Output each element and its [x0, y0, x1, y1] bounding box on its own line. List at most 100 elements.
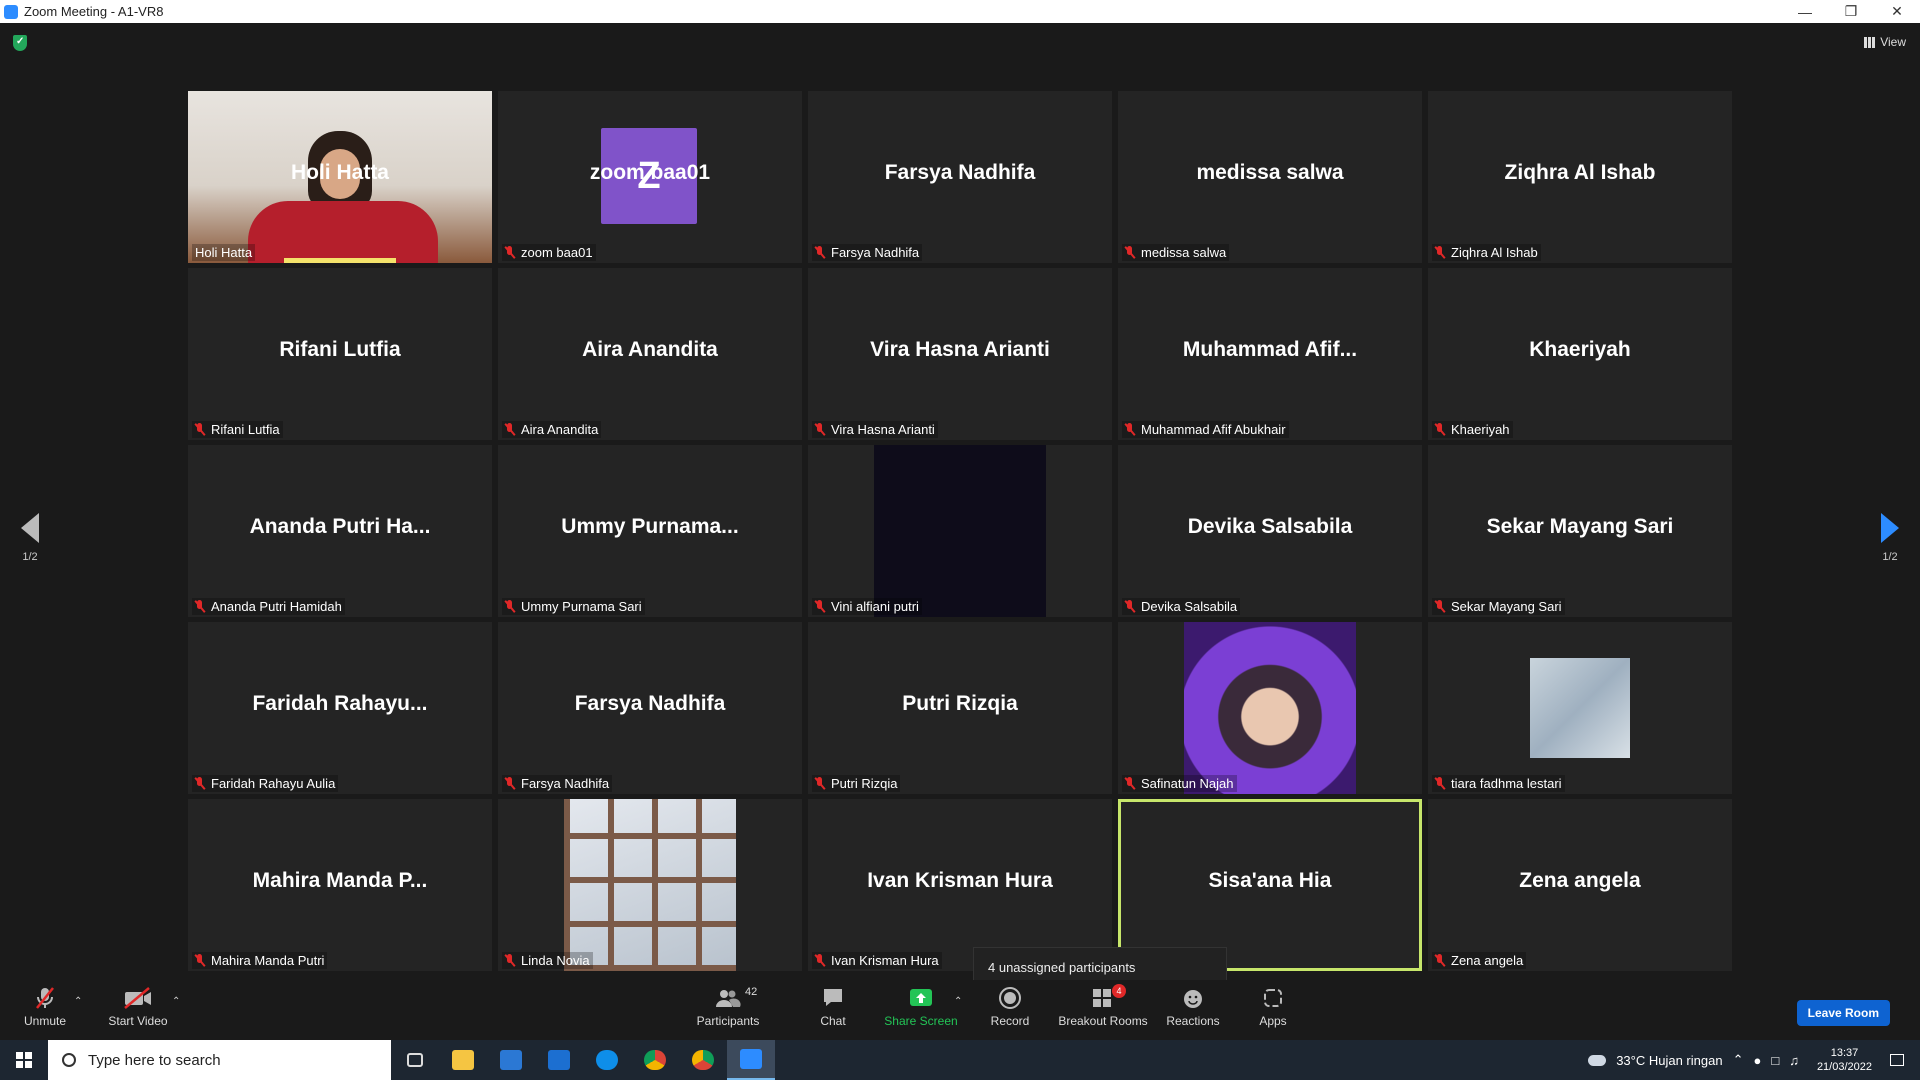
participant-tile[interactable]: medissa salwa medissa salwa — [1118, 91, 1422, 263]
record-button[interactable]: Record — [965, 986, 1055, 1028]
participant-name-text: Safinatun Najah — [1141, 776, 1234, 791]
gallery-grid: Holi Hatta Holi Hatta Zzoom baa01 zoom baa0… — [188, 91, 1732, 980]
chrome-button[interactable] — [631, 1040, 679, 1080]
file-explorer-button[interactable] — [439, 1040, 487, 1080]
apps-button[interactable]: Apps — [1228, 986, 1318, 1028]
participant-name-label: Devika Salsabila — [1122, 598, 1241, 615]
mic-muted-icon — [815, 954, 825, 967]
participant-name-text: Ivan Krisman Hura — [831, 953, 939, 968]
participant-tile[interactable]: Zena angela Zena angela — [1428, 799, 1732, 971]
participant-tile[interactable]: Safinatun Najah — [1118, 622, 1422, 794]
next-page-button[interactable]: 1/2 — [1870, 513, 1910, 563]
start-video-button[interactable]: Start Video — [93, 986, 183, 1028]
unmute-label: Unmute — [23, 1014, 67, 1028]
participant-tile[interactable]: Rifani Lutfia Rifani Lutfia — [188, 268, 492, 440]
participant-name-text: Sekar Mayang Sari — [1451, 599, 1562, 614]
participant-tile[interactable]: Linda Novia — [498, 799, 802, 971]
participant-tile[interactable]: Faridah Rahayu... Faridah Rahayu Aulia — [188, 622, 492, 794]
unmute-button[interactable]: Unmute — [0, 986, 90, 1028]
minimize-button[interactable]: — — [1782, 0, 1828, 23]
participant-tile[interactable]: Zzoom baa01 zoom baa01 — [498, 91, 802, 263]
participant-tile[interactable]: Sisa'ana Hia — [1118, 799, 1422, 971]
participant-display-name: Ananda Putri Ha... — [249, 515, 431, 538]
restore-button[interactable]: ❐ — [1828, 0, 1874, 23]
network-icon[interactable]: □ — [1771, 1053, 1779, 1068]
windows-taskbar: Type here to search 33°C Hujan ringan ⌃ … — [0, 1040, 1920, 1080]
teamviewer-button[interactable] — [583, 1040, 631, 1080]
clock-time: 13:37 — [1830, 1047, 1859, 1059]
microphone-icon[interactable]: ● — [1753, 1053, 1761, 1068]
share-options-caret[interactable]: ⌃ — [954, 996, 962, 1007]
participant-tile[interactable]: Holi Hatta Holi Hatta — [188, 91, 492, 263]
prev-page-button[interactable]: 1/2 — [10, 513, 50, 563]
video-options-caret[interactable]: ⌃ — [172, 996, 180, 1007]
participant-tile[interactable]: Ummy Purnama... Ummy Purnama Sari — [498, 445, 802, 617]
participants-button[interactable]: 42 Participants — [683, 986, 773, 1028]
leave-room-button[interactable]: Leave Room — [1796, 1000, 1890, 1026]
weather-text[interactable]: 33°C Hujan ringan — [1616, 1053, 1722, 1068]
chrome-profile-button[interactable] — [679, 1040, 727, 1080]
audio-options-caret[interactable]: ⌃ — [74, 996, 82, 1007]
taskbar-search[interactable]: Type here to search — [48, 1040, 391, 1080]
start-button[interactable] — [0, 1040, 48, 1080]
clock[interactable]: 13:37 21/03/2022 — [1817, 1046, 1872, 1074]
participant-name-label: Vira Hasna Arianti — [812, 421, 938, 438]
participant-name-text: Ziqhra Al Ishab — [1451, 245, 1538, 260]
participant-name-label: Vini alfiani putri — [812, 598, 922, 615]
participant-display-name: Khaeriyah — [1529, 338, 1631, 361]
participant-tile[interactable]: Vini alfiani putri — [808, 445, 1112, 617]
participant-tile[interactable]: Sekar Mayang Sari Sekar Mayang Sari — [1428, 445, 1732, 617]
participant-tile[interactable]: Putri Rizqia Putri Rizqia — [808, 622, 1112, 794]
participant-display-name: Ziqhra Al Ishab — [1504, 161, 1656, 184]
participant-tile[interactable]: tiara fadhma lestari — [1428, 622, 1732, 794]
mic-muted-icon — [1435, 777, 1445, 790]
participant-tile[interactable]: Aira Anandita Aira Anandita — [498, 268, 802, 440]
participant-tile[interactable]: Ivan Krisman Hura Ivan Krisman Hura — [808, 799, 1112, 971]
reactions-label: Reactions — [1166, 1014, 1220, 1028]
mic-muted-icon — [815, 777, 825, 790]
view-button[interactable]: View — [1864, 35, 1906, 49]
prev-page-indicator: 1/2 — [22, 551, 38, 563]
store-button[interactable] — [487, 1040, 535, 1080]
reactions-button[interactable]: Reactions — [1148, 986, 1238, 1028]
task-view-button[interactable] — [391, 1040, 439, 1080]
mic-muted-icon — [1435, 246, 1445, 259]
participant-name-label: Mahira Manda Putri — [192, 952, 328, 969]
store-icon — [500, 1050, 522, 1070]
search-placeholder: Type here to search — [88, 1051, 221, 1069]
participant-display-name: Ivan Krisman Hura — [867, 869, 1053, 892]
teamviewer-icon — [596, 1050, 618, 1070]
participant-name-text: Aira Anandita — [521, 422, 599, 437]
mail-icon — [548, 1050, 570, 1070]
participant-tile[interactable]: Mahira Manda P... Mahira Manda Putri — [188, 799, 492, 971]
security-shield-icon[interactable] — [13, 35, 27, 51]
participant-tile[interactable]: Vira Hasna Arianti Vira Hasna Arianti — [808, 268, 1112, 440]
participant-tile[interactable]: Ananda Putri Ha... Ananda Putri Hamidah — [188, 445, 492, 617]
breakout-badge: 4 — [1112, 984, 1126, 998]
breakout-rooms-button[interactable]: 4 Breakout Rooms — [1058, 984, 1148, 1028]
participant-name-text: Linda Novia — [521, 953, 590, 968]
close-button[interactable]: ✕ — [1874, 0, 1920, 23]
participant-name-label: zoom baa01 — [502, 244, 596, 261]
task-view-icon — [407, 1053, 423, 1067]
participant-tile[interactable]: Khaeriyah Khaeriyah — [1428, 268, 1732, 440]
participant-tile[interactable]: Farsya Nadhifa Farsya Nadhifa — [808, 91, 1112, 263]
chat-button[interactable]: Chat — [788, 986, 878, 1028]
participant-tile[interactable]: Ziqhra Al Ishab Ziqhra Al Ishab — [1428, 91, 1732, 263]
next-page-indicator: 1/2 — [1882, 551, 1898, 563]
mail-button[interactable] — [535, 1040, 583, 1080]
breakout-rooms-label: Breakout Rooms — [1058, 1014, 1148, 1028]
volume-icon[interactable]: ♫ — [1789, 1053, 1799, 1068]
participant-photo — [1184, 622, 1356, 794]
mic-muted-icon — [505, 777, 515, 790]
mic-muted-icon — [195, 423, 205, 436]
chevron-up-icon[interactable]: ⌃ — [1733, 1052, 1744, 1068]
notification-icon[interactable] — [1890, 1054, 1904, 1066]
participant-name-label: Aira Anandita — [502, 421, 602, 438]
participant-tile[interactable]: Muhammad Afif... Muhammad Afif Abukhair — [1118, 268, 1422, 440]
participant-tile[interactable]: Devika Salsabila Devika Salsabila — [1118, 445, 1422, 617]
share-screen-button[interactable]: Share Screen — [876, 986, 966, 1028]
participant-tile[interactable]: Farsya Nadhifa Farsya Nadhifa — [498, 622, 802, 794]
zoom-taskbar-button[interactable] — [727, 1040, 775, 1080]
mic-muted-icon — [1435, 423, 1445, 436]
